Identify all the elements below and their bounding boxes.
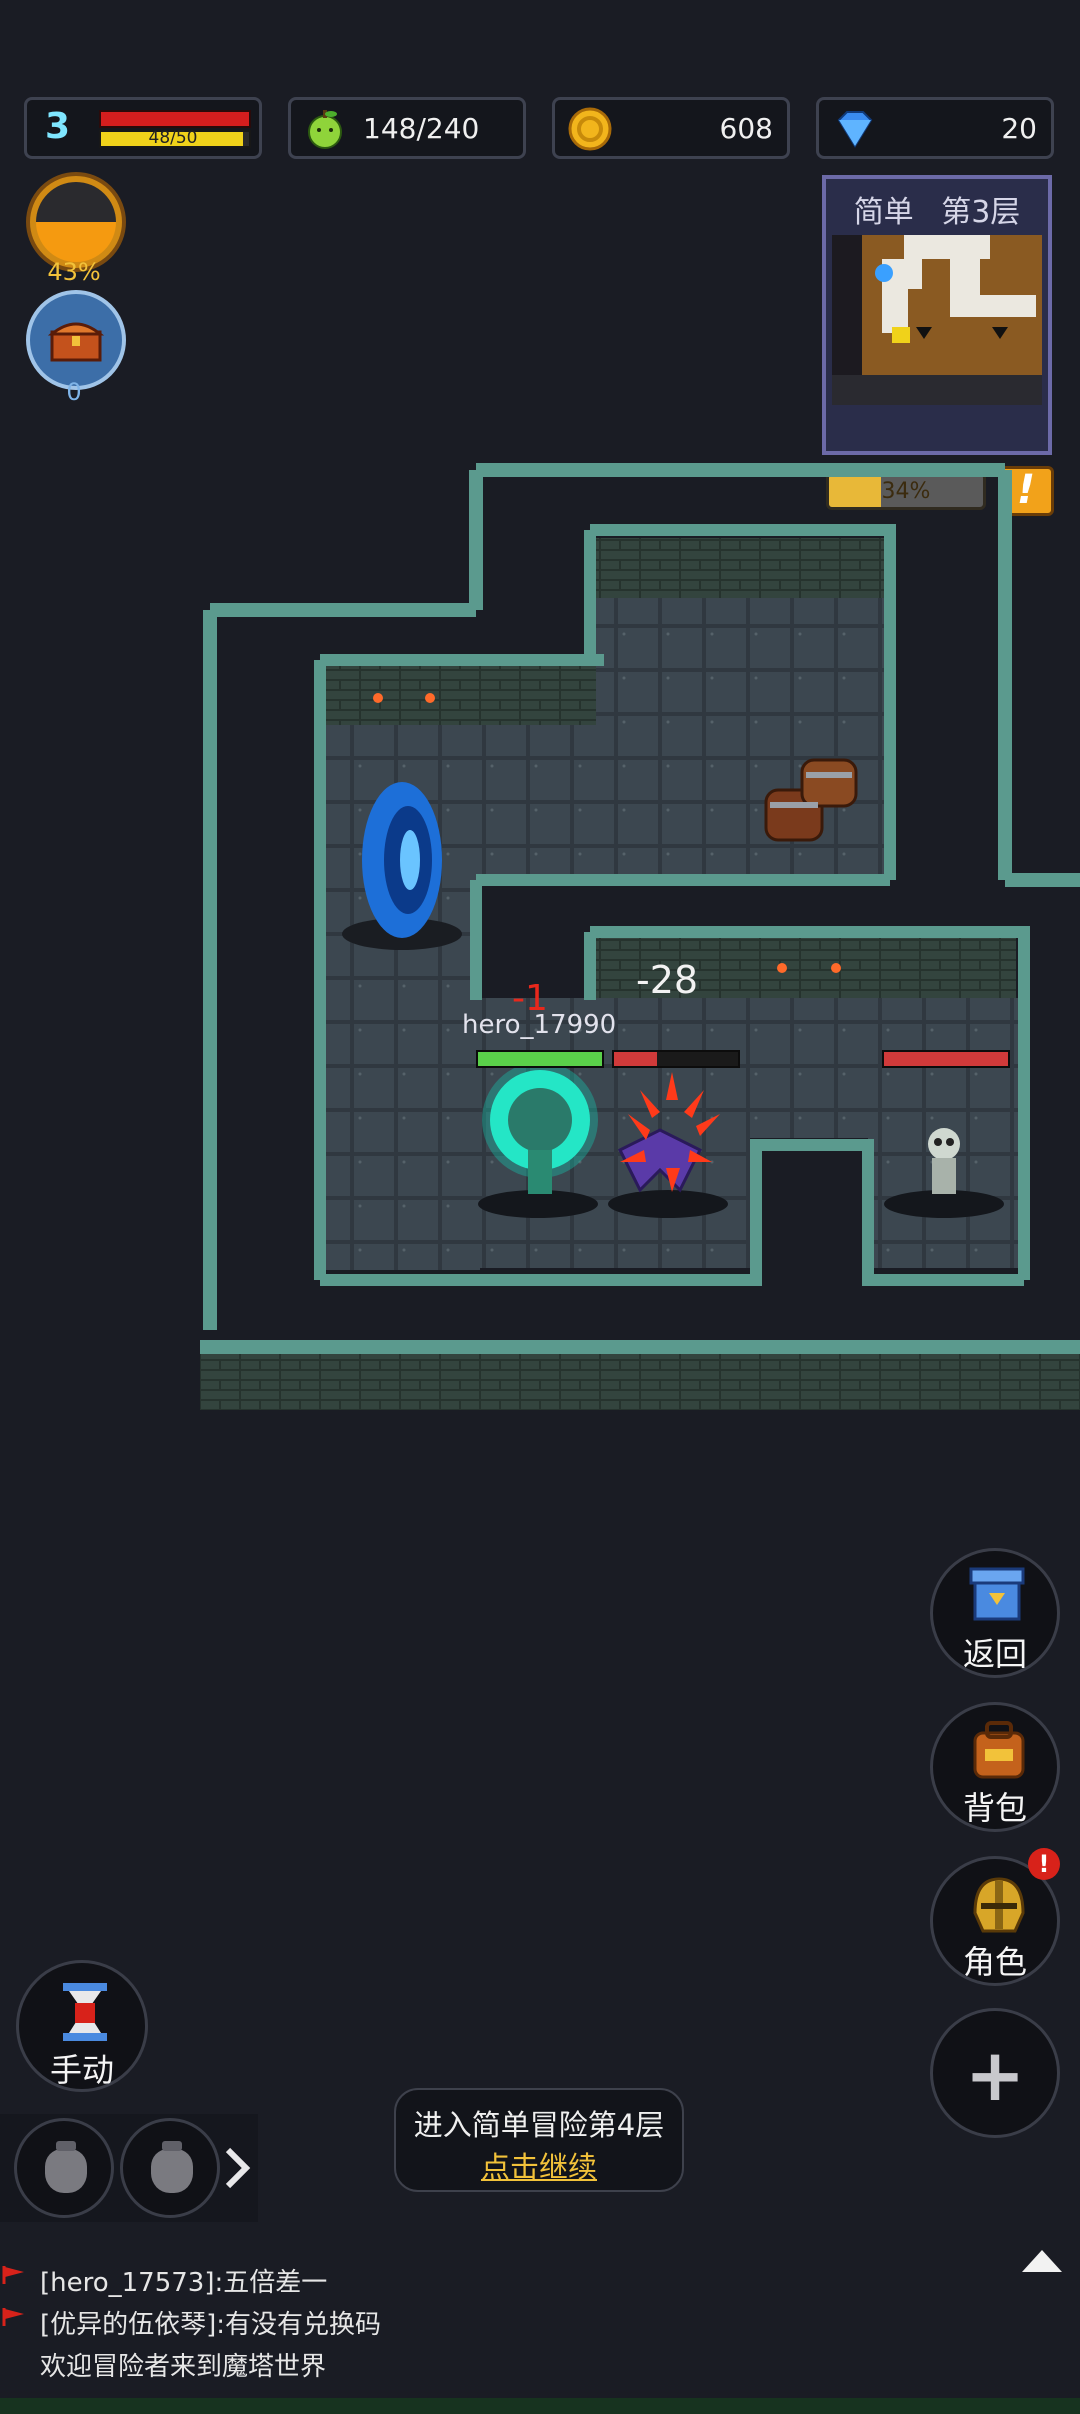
treasure-count: 0 bbox=[66, 378, 82, 406]
energy-panel[interactable]: 148/240 bbox=[288, 97, 526, 159]
wall-brick bbox=[320, 665, 604, 725]
bat-hp-bar bbox=[612, 1050, 740, 1068]
bag-label: 背包 bbox=[962, 1789, 1027, 1827]
auto-toggle-button[interactable]: 手动 bbox=[16, 1960, 148, 2092]
flag-icon bbox=[2, 2308, 24, 2326]
power-orb-empty bbox=[36, 182, 116, 222]
gem-value: 20 bbox=[1001, 112, 1037, 145]
treasure-chest-icon bbox=[48, 322, 104, 362]
arrow-right-icon[interactable] bbox=[222, 2146, 252, 2190]
mp-text: 48/50 bbox=[148, 128, 198, 148]
player-hp-fill bbox=[478, 1052, 602, 1066]
minimap-title: 简单 第3层 bbox=[853, 195, 1021, 230]
power-orb[interactable] bbox=[26, 172, 126, 272]
diamond-icon bbox=[837, 111, 873, 148]
next-floor-prompt[interactable]: 进入简单冒险第4层 点击继续 bbox=[394, 2088, 684, 2192]
skeleton-enemy-sprite bbox=[928, 1128, 960, 1194]
level-hp-panel[interactable]: 3 48/50 bbox=[24, 97, 262, 159]
minimap[interactable]: 简单 第3层 bbox=[822, 175, 1052, 455]
back-label: 返回 bbox=[962, 1635, 1027, 1673]
backpack-icon bbox=[973, 1721, 1025, 1779]
flag-icon bbox=[2, 2266, 24, 2284]
dungeon-map bbox=[200, 463, 1080, 1410]
player-hp-bar bbox=[476, 1050, 604, 1068]
treasure-orb[interactable] bbox=[26, 290, 126, 390]
potion-slot-1[interactable] bbox=[14, 2118, 114, 2218]
notification-badge: ! bbox=[1028, 1848, 1060, 1880]
bag-button[interactable]: 背包 bbox=[930, 1702, 1060, 1832]
potion-slot-icon bbox=[151, 2141, 193, 2193]
chat-message-3: 欢迎冒险者来到魔塔世界 bbox=[40, 2352, 327, 2382]
bottom-strip bbox=[0, 2398, 1080, 2414]
gold-value: 608 bbox=[719, 112, 773, 145]
hourglass-icon bbox=[63, 1983, 107, 2041]
bat-hp-fill bbox=[614, 1052, 658, 1066]
helmet-icon bbox=[973, 1877, 1025, 1933]
apple-energy-icon bbox=[308, 110, 342, 149]
potion-slot-icon bbox=[45, 2141, 87, 2193]
gold-coin-icon bbox=[568, 107, 612, 151]
back-button[interactable]: 返回 bbox=[930, 1548, 1060, 1678]
power-orb-fill bbox=[36, 222, 116, 262]
plus-icon: + bbox=[964, 2033, 1026, 2117]
tower-icon bbox=[969, 1567, 1025, 1621]
skeleton-hp-fill bbox=[884, 1052, 1008, 1066]
add-button[interactable]: + bbox=[930, 2008, 1060, 2138]
skeleton-hp-bar bbox=[882, 1050, 1010, 1068]
enemy-damage-text: -28 bbox=[636, 958, 699, 1002]
chat-message-2: [优异的伍依琴]:有没有兑换码 bbox=[40, 2310, 382, 2340]
gold-panel[interactable]: 608 bbox=[552, 97, 790, 159]
prompt-message: 进入简单冒险第4层 bbox=[413, 2108, 665, 2142]
auto-label: 手动 bbox=[49, 2051, 114, 2089]
gem-panel[interactable]: 20 bbox=[816, 97, 1054, 159]
hp-bar bbox=[99, 110, 251, 128]
collapse-up-icon[interactable] bbox=[1020, 2246, 1064, 2274]
player-name: hero_17990 bbox=[462, 1010, 617, 1040]
power-percent: 43% bbox=[47, 258, 101, 286]
minimap-grid bbox=[832, 235, 1042, 405]
chat-message-1: [hero_17573]:五倍差一 bbox=[40, 2268, 328, 2298]
character-label: 角色 bbox=[962, 1943, 1027, 1981]
player-level: 3 bbox=[45, 106, 71, 147]
energy-value: 148/240 bbox=[363, 112, 480, 145]
potion-slot-2[interactable] bbox=[120, 2118, 220, 2218]
continue-link[interactable]: 点击继续 bbox=[396, 2144, 682, 2186]
